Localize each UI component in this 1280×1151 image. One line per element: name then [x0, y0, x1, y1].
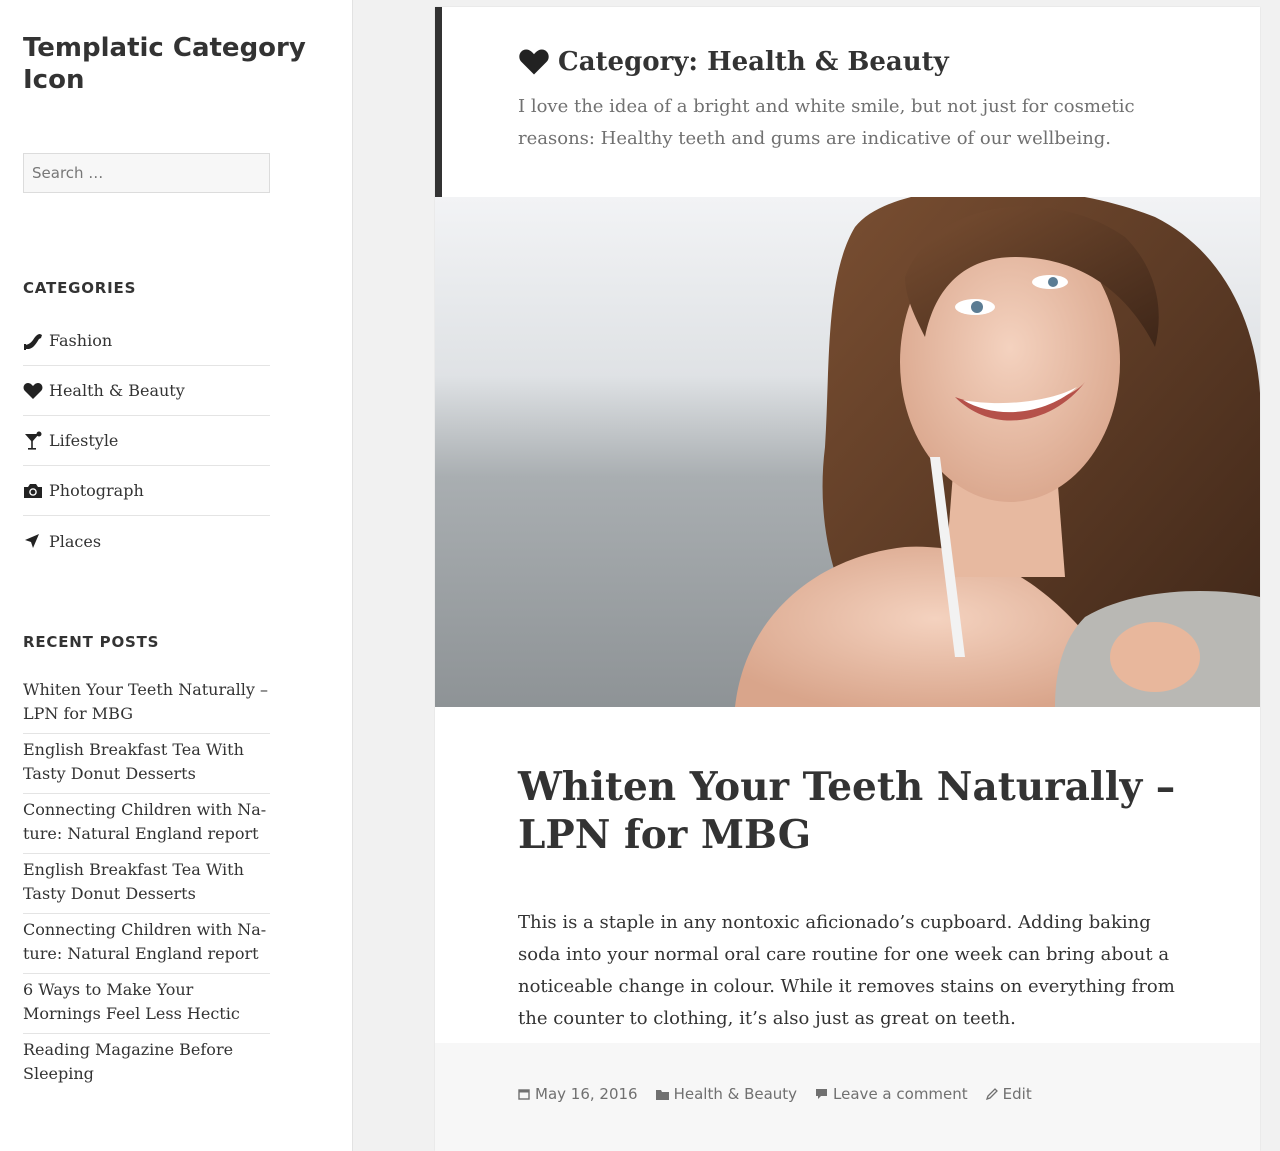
featured-image[interactable] — [435, 197, 1260, 707]
sidebar: Templatic Category Icon Search … CATEGOR… — [0, 0, 353, 1151]
cocktail-icon — [23, 431, 49, 451]
category-label[interactable]: Places — [49, 532, 101, 551]
site-title[interactable]: Templatic Category Icon — [23, 32, 323, 96]
archive-description: I love the idea of a bright and white sm… — [518, 96, 1135, 149]
post-comment[interactable]: Leave a comment — [815, 1085, 968, 1103]
post-meta: May 16, 2016 Health & Beauty Leave a com… — [518, 1085, 1050, 1103]
post-footer: May 16, 2016 Health & Beauty Leave a com… — [435, 1043, 1260, 1151]
recent-posts-heading: RECENT POSTS — [23, 633, 160, 651]
comment-icon — [815, 1088, 828, 1100]
post-category[interactable]: Health & Beauty — [655, 1085, 797, 1103]
location-arrow-icon — [23, 532, 49, 550]
categories-heading: CATEGORIES — [23, 279, 137, 297]
post-excerpt: This is a staple in any nontoxic aficion… — [518, 912, 1175, 1029]
heart-icon — [23, 382, 49, 400]
post-date-text[interactable]: May 16, 2016 — [535, 1085, 638, 1103]
post-title[interactable]: Whiten Your Teeth Naturally – LPN for MB… — [518, 763, 1178, 859]
recent-post-link[interactable]: English Breakfast Tea With Tasty Donut D… — [23, 734, 270, 794]
post-date[interactable]: May 16, 2016 — [518, 1085, 638, 1103]
category-item-lifestyle[interactable]: Lifestyle — [23, 416, 270, 466]
category-item-places[interactable]: Places — [23, 516, 270, 566]
category-label[interactable]: Health & Beauty — [49, 381, 185, 400]
recent-post-link[interactable]: English Breakfast Tea With Tasty Donut D… — [23, 854, 270, 914]
post-edit[interactable]: Edit — [985, 1085, 1032, 1103]
camera-icon — [23, 482, 49, 500]
category-item-photograph[interactable]: Photograph — [23, 466, 270, 516]
post-comment-text[interactable]: Leave a comment — [833, 1085, 968, 1103]
recent-post-link[interactable]: 6 Ways to Make Your Mornings Feel Less H… — [23, 974, 270, 1034]
recent-post-link[interactable]: Connecting Children with Na- ture: Natur… — [23, 794, 270, 854]
recent-post-link[interactable]: Reading Magazine Before Sleeping — [23, 1034, 270, 1093]
category-label[interactable]: Fashion — [49, 331, 112, 350]
recent-post-link[interactable]: Whiten Your Teeth Naturally – LPN for MB… — [23, 674, 270, 734]
folder-icon — [655, 1089, 669, 1100]
post-edit-text[interactable]: Edit — [1003, 1085, 1032, 1103]
archive-header: Category: Health & Beauty I love the ide… — [435, 7, 1260, 197]
heel-icon — [23, 332, 49, 350]
main-content: Category: Health & Beauty I love the ide… — [435, 7, 1260, 1151]
category-item-fashion[interactable]: Fashion — [23, 316, 270, 366]
post-category-text[interactable]: Health & Beauty — [674, 1085, 797, 1103]
categories-list: Fashion Health & Beauty Lifestyle Photog… — [23, 316, 270, 566]
category-item-health-beauty[interactable]: Health & Beauty — [23, 366, 270, 416]
search-input[interactable]: Search … — [23, 153, 270, 193]
archive-title: Category: Health & Beauty — [518, 47, 949, 77]
heart-icon — [518, 48, 550, 76]
pencil-icon — [985, 1088, 998, 1100]
calendar-icon — [518, 1088, 530, 1100]
recent-posts-list: Whiten Your Teeth Naturally – LPN for MB… — [23, 674, 270, 1093]
archive-title-text: Category: Health & Beauty — [558, 47, 949, 77]
category-label[interactable]: Photograph — [49, 481, 144, 500]
category-label[interactable]: Lifestyle — [49, 431, 118, 450]
recent-post-link[interactable]: Connecting Children with Na- ture: Natur… — [23, 914, 270, 974]
